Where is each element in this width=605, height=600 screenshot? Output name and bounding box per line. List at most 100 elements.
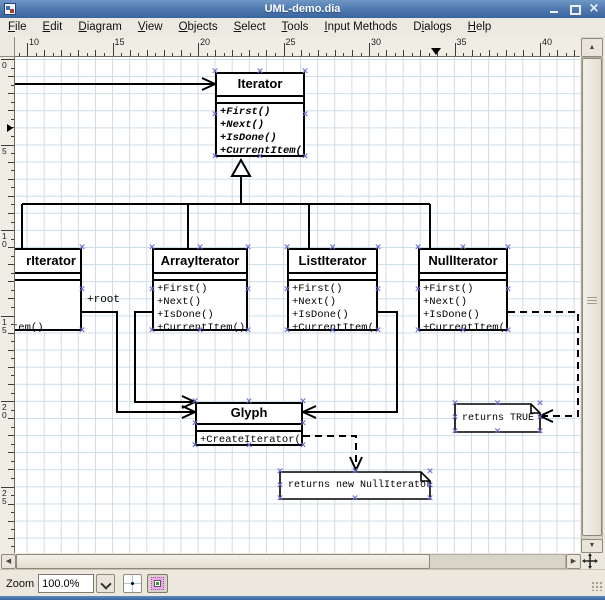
uml-class-arrayiterator[interactable]: ArrayIterator+First() +Next() +IsDone() … (152, 248, 248, 331)
connection-point: × (536, 413, 544, 423)
zoom-input[interactable] (38, 574, 94, 593)
connection-point: × (196, 326, 204, 336)
uml-class-listiterator[interactable]: ListIterator+First() +Next() +IsDone() +… (287, 248, 378, 331)
connection-point: × (451, 413, 459, 423)
menu-help[interactable]: Help (460, 19, 500, 36)
minimize-icon[interactable] (548, 3, 560, 15)
connection-point: × (78, 243, 86, 253)
menu-file[interactable]: File (0, 19, 35, 36)
class-attributes (217, 97, 303, 104)
statusbar: Zoom (0, 569, 605, 597)
snap-to-grid-toggle[interactable] (123, 574, 142, 593)
snap-to-objects-toggle[interactable] (147, 574, 168, 593)
connection-point: × (329, 326, 337, 336)
connection-point: × (351, 494, 359, 504)
window-title: UML-demo.dia (0, 3, 605, 15)
dia-app-icon (4, 3, 16, 15)
class-attributes (154, 274, 246, 281)
connection-point: × (244, 284, 252, 294)
hruler-label: 20 (200, 37, 210, 47)
scroll-down-button[interactable]: ▼ (581, 539, 603, 553)
vruler-position-marker (7, 124, 13, 132)
uml-class-glyph[interactable]: Glyph+CreateIterator() (195, 402, 303, 446)
connection-point: × (196, 243, 204, 253)
connection-point: × (459, 243, 467, 253)
connection-point: × (211, 67, 219, 77)
left-arrow-icon: ◀ (2, 555, 15, 568)
menu-view[interactable]: View (130, 19, 171, 36)
connection-point: × (459, 326, 467, 336)
diagram-canvas[interactable]: Iterator +First() +Next() +IsDone() +Curr… (15, 57, 580, 553)
hruler-label: 10 (29, 37, 39, 47)
vruler-label: 0 (2, 61, 7, 69)
connection-point: × (451, 427, 459, 437)
chevron-down-icon (100, 578, 111, 589)
connection-point: × (245, 397, 253, 407)
connection-point: × (374, 243, 382, 253)
menu-select[interactable]: Select (226, 19, 274, 36)
horizontal-scrollbar-thumb[interactable] (16, 554, 430, 569)
connection-point: × (283, 243, 291, 253)
window-bottom-border (0, 596, 605, 600)
class-name: Iterator (217, 74, 303, 97)
connection-point: × (283, 284, 291, 294)
scroll-left-button[interactable]: ◀ (1, 554, 16, 569)
titlebar: UML-demo.dia × (0, 0, 605, 18)
down-arrow-icon: ▼ (582, 540, 602, 552)
vruler-label: 1 5 (2, 318, 7, 334)
close-icon[interactable]: × (588, 3, 600, 15)
vruler-label: 5 (2, 147, 7, 155)
connection-point: × (494, 427, 502, 437)
maximize-icon[interactable] (568, 3, 580, 15)
window-controls: × (548, 2, 600, 16)
connection-point: × (374, 284, 382, 294)
class-operations: +First() +Next() +IsDone() +CurrentItem(… (217, 104, 303, 158)
connection-point: × (504, 243, 512, 253)
connection-point: × (276, 480, 284, 490)
uml-class-iterator[interactable]: Iterator +First() +Next() +IsDone() +Curr… (215, 72, 305, 157)
hruler-label: 40 (542, 37, 552, 47)
connection-point: × (211, 152, 219, 162)
connection-point: × (299, 419, 307, 429)
connection-point: × (301, 152, 309, 162)
vertical-ruler: 051 01 52 02 5 (0, 57, 15, 553)
scroll-right-button[interactable]: ▶ (566, 554, 581, 569)
hruler-label: 25 (286, 37, 296, 47)
menu-diagram[interactable]: Diagram (70, 19, 129, 36)
zoom-dropdown-button[interactable] (96, 574, 115, 593)
menu-tools[interactable]: Tools (274, 19, 317, 36)
connection-point: × (536, 427, 544, 437)
connection-point: × (494, 399, 502, 409)
resize-grip[interactable] (591, 581, 603, 591)
connection-point: × (283, 326, 291, 336)
scroll-up-button[interactable]: ▲ (581, 38, 603, 57)
uml-note[interactable]: returns new NullIterator (288, 480, 432, 491)
class-attributes (289, 274, 376, 281)
hruler-position-marker (431, 48, 441, 55)
snap-objects-icon (151, 577, 164, 590)
class-name: NullIterator (420, 250, 506, 274)
class-operations: tem() (15, 281, 80, 335)
vertical-scrollbar-thumb[interactable] (582, 58, 602, 536)
app-window: UML-demo.dia × FileEditDiagramViewObject… (0, 0, 605, 600)
uml-class-riterator[interactable]: rIterator tem() (15, 248, 82, 331)
hruler-label: 15 (115, 37, 125, 47)
class-name: Glyph (197, 404, 301, 425)
menu-input-methods[interactable]: Input Methods (316, 19, 405, 36)
pan-button[interactable] (582, 553, 604, 570)
connection-point: × (351, 467, 359, 477)
connection-point: × (329, 243, 337, 253)
hruler-label: 35 (457, 37, 467, 47)
connection-point: × (504, 284, 512, 294)
menu-objects[interactable]: Objects (171, 19, 226, 36)
class-name: rIterator (15, 250, 80, 274)
uml-class-nulliterator[interactable]: NullIterator+First() +Next() +IsDone() +… (418, 248, 508, 331)
vruler-label: 1 0 (2, 232, 7, 248)
connection-point: × (276, 467, 284, 477)
menu-edit[interactable]: Edit (35, 19, 71, 36)
menu-dialogs[interactable]: Dialogs (405, 19, 459, 36)
uml-note[interactable]: returns TRUE (462, 413, 534, 424)
pan-cross-icon (582, 553, 598, 569)
connection-point: × (244, 243, 252, 253)
connection-point: × (504, 326, 512, 336)
